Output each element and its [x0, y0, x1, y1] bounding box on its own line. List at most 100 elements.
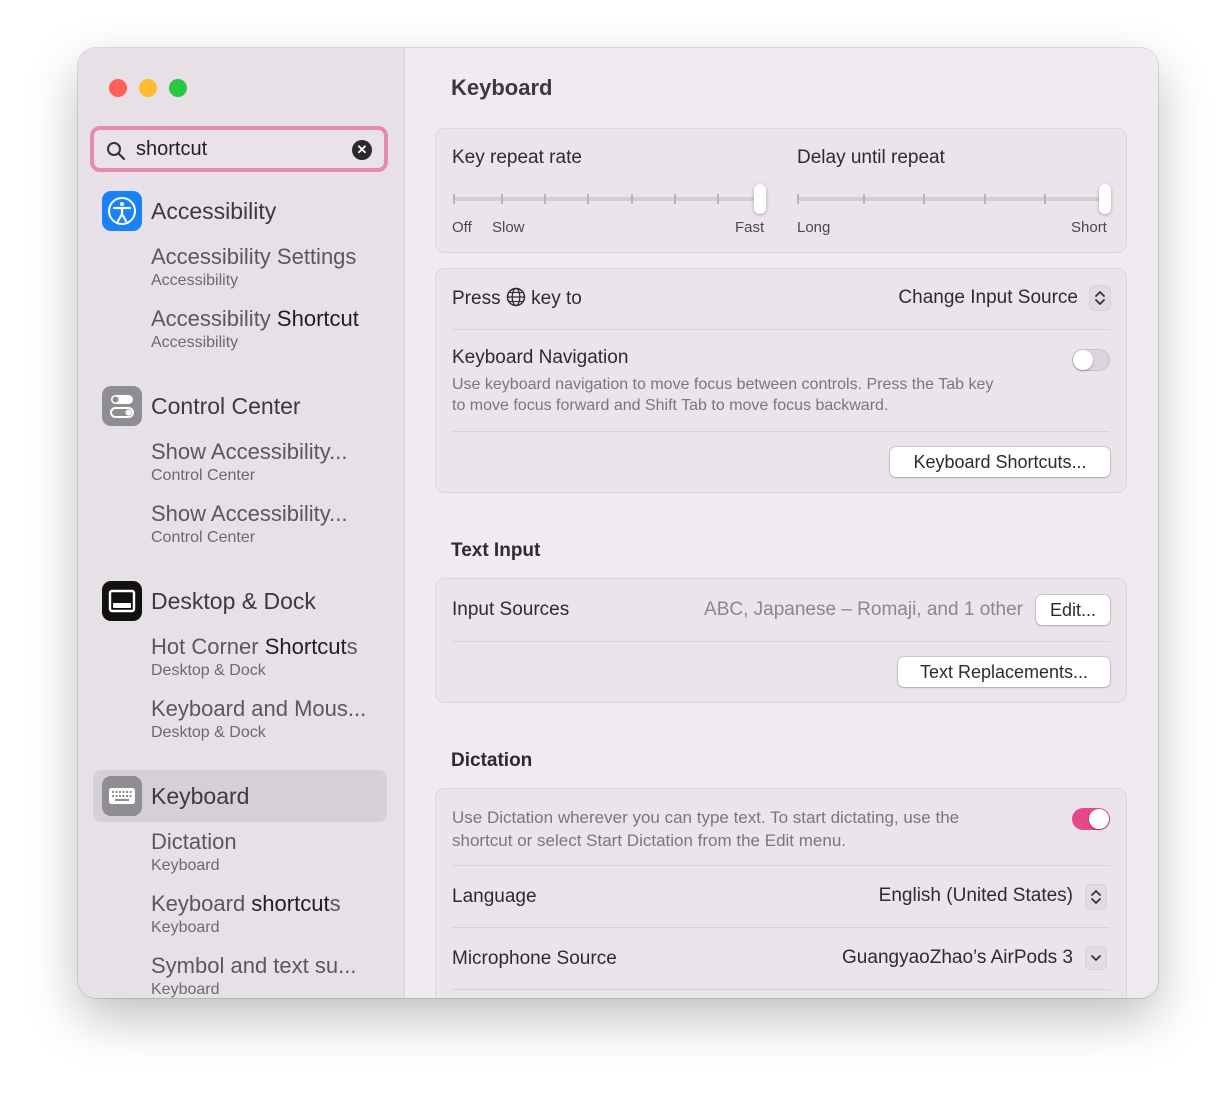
- dictation-toggle[interactable]: [1072, 808, 1110, 830]
- search-result-subtitle: Desktop & Dock: [151, 662, 266, 679]
- divider: [452, 431, 1110, 432]
- keyboard-navigation-label: Keyboard Navigation: [452, 347, 629, 368]
- page-title: Keyboard: [451, 75, 553, 100]
- slider-min-label: Off: [452, 219, 472, 236]
- control-center-icon: [102, 386, 142, 426]
- search-result-subtitle: Keyboard: [151, 981, 220, 998]
- microphone-source-value[interactable]: GuangyaoZhao’s AirPods 3: [842, 947, 1073, 969]
- keyboard-navigation-toggle[interactable]: [1072, 349, 1110, 371]
- text-replacements-button[interactable]: Text Replacements...: [898, 657, 1110, 687]
- keyboard-navigation-description: Use keyboard navigation to move focus be…: [452, 376, 994, 414]
- sidebar: ✕ Accessibility Accessibility Settings A…: [78, 48, 405, 998]
- sidebar-category-label: Control Center: [151, 393, 301, 419]
- slider-tick: [923, 194, 925, 204]
- sidebar-category-label: Keyboard: [151, 783, 250, 809]
- search-result-subtitle: Control Center: [151, 467, 256, 484]
- divider: [452, 329, 1110, 330]
- text-input-section-title: Text Input: [451, 540, 541, 561]
- key-repeat-label: Key repeat rate: [452, 147, 582, 168]
- slider-tick: [544, 194, 546, 204]
- dictation-section-title: Dictation: [451, 750, 533, 771]
- slider-tick: [717, 194, 719, 204]
- delay-label: Delay until repeat: [797, 147, 945, 168]
- slider-tick: [863, 194, 865, 204]
- language-label: Language: [452, 886, 537, 907]
- search-input[interactable]: [136, 130, 346, 168]
- search-result-item[interactable]: Keyboard shortcuts Keyboard: [151, 891, 341, 939]
- search-result-item[interactable]: Accessibility Settings Accessibility: [151, 244, 356, 292]
- divider: [452, 865, 1110, 866]
- microphone-source-dropdown[interactable]: [1086, 947, 1106, 969]
- microphone-source-label: Microphone Source: [452, 948, 617, 969]
- key-repeat-card: Key repeat rate Off Slow Fast Delay unti…: [435, 128, 1127, 253]
- toggle-knob: [1089, 809, 1109, 829]
- search-result-title: Show Accessibility...: [151, 501, 348, 526]
- search-result-subtitle: Control Center: [151, 529, 256, 546]
- slider-tick: [453, 194, 455, 204]
- system-settings-window: ✕ Accessibility Accessibility Settings A…: [78, 48, 1158, 998]
- slider-tick: [587, 194, 589, 204]
- search-result-item[interactable]: Accessibility Shortcut Accessibility: [151, 306, 359, 354]
- search-result-title: Keyboard shortcuts: [151, 891, 341, 916]
- divider: [452, 927, 1110, 928]
- chevron-up-down-icon: [1091, 890, 1101, 904]
- delay-slider-knob[interactable]: [1099, 184, 1111, 214]
- search-result-subtitle: Keyboard: [151, 919, 220, 936]
- search-result-subtitle: Accessibility: [151, 334, 239, 351]
- minimize-window-button[interactable]: [139, 79, 157, 97]
- dictation-description: Use Dictation wherever you can type text…: [452, 808, 960, 850]
- slider-slow-label: Slow: [492, 219, 525, 236]
- keyboard-shortcuts-button[interactable]: Keyboard Shortcuts...: [890, 447, 1110, 477]
- slider-max-label: Short: [1071, 219, 1107, 236]
- language-stepper[interactable]: [1086, 885, 1106, 909]
- chevron-down-icon: [1091, 955, 1101, 961]
- globe-icon: [506, 287, 526, 307]
- delay-slider[interactable]: [798, 197, 1108, 201]
- search-result-title: Show Accessibility...: [151, 439, 348, 464]
- accessibility-icon: [102, 191, 142, 231]
- close-window-button[interactable]: [109, 79, 127, 97]
- search-result-title: Accessibility Shortcut: [151, 306, 359, 331]
- search-result-title: Symbol and text su...: [151, 953, 357, 978]
- input-sources-value: ABC, Japanese – Romaji, and 1 other: [704, 599, 1023, 620]
- search-result-item[interactable]: Keyboard and Mous... Desktop & Dock: [151, 696, 366, 744]
- press-key-value[interactable]: Change Input Source: [898, 287, 1078, 309]
- settings-pane: Keyboard Key repeat rate Off Slow Fast D…: [405, 48, 1158, 998]
- slider-tick: [631, 194, 633, 204]
- key-repeat-slider-knob[interactable]: [754, 184, 766, 214]
- slider-tick: [797, 194, 799, 204]
- search-result-item[interactable]: Dictation Keyboard: [151, 829, 237, 877]
- search-result-item[interactable]: Symbol and text su... Keyboard: [151, 953, 356, 998]
- clear-search-icon[interactable]: ✕: [352, 140, 372, 160]
- press-key-label: Press key to: [452, 287, 582, 309]
- press-key-stepper[interactable]: [1090, 286, 1110, 310]
- divider: [452, 641, 1110, 642]
- slider-min-label: Long: [797, 219, 831, 236]
- sidebar-category-label: Accessibility: [151, 198, 277, 224]
- input-sources-label: Input Sources: [452, 599, 570, 620]
- slider-tick: [674, 194, 676, 204]
- keyboard-options-card: Press key to Change Input Source Keyboar…: [435, 268, 1127, 493]
- search-result-item[interactable]: Hot Corner Shortcuts Desktop & Dock: [151, 634, 358, 682]
- search-result-item[interactable]: Show Accessibility... Control Center: [151, 501, 347, 549]
- keyboard-icon: [102, 776, 142, 816]
- desktop-dock-icon: [102, 581, 142, 621]
- search-icon: [107, 142, 126, 161]
- zoom-window-button[interactable]: [169, 79, 187, 97]
- chevron-up-down-icon: [1095, 291, 1105, 305]
- search-field[interactable]: ✕: [90, 126, 388, 172]
- slider-tick: [501, 194, 503, 204]
- search-result-title: Hot Corner Shortcuts: [151, 634, 358, 659]
- search-result-subtitle: Desktop & Dock: [151, 724, 266, 741]
- search-result-item[interactable]: Show Accessibility... Control Center: [151, 439, 347, 487]
- dictation-card: Use Dictation wherever you can type text…: [435, 788, 1127, 998]
- text-input-card: Input Sources ABC, Japanese – Romaji, an…: [435, 578, 1127, 703]
- divider: [452, 989, 1110, 990]
- search-result-title: Keyboard and Mous...: [151, 696, 367, 721]
- search-result-subtitle: Accessibility: [151, 272, 239, 289]
- slider-tick: [984, 194, 986, 204]
- edit-input-sources-button[interactable]: Edit...: [1036, 595, 1110, 625]
- toggle-knob: [1073, 350, 1093, 370]
- slider-tick: [1044, 194, 1046, 204]
- language-value[interactable]: English (United States): [879, 885, 1073, 907]
